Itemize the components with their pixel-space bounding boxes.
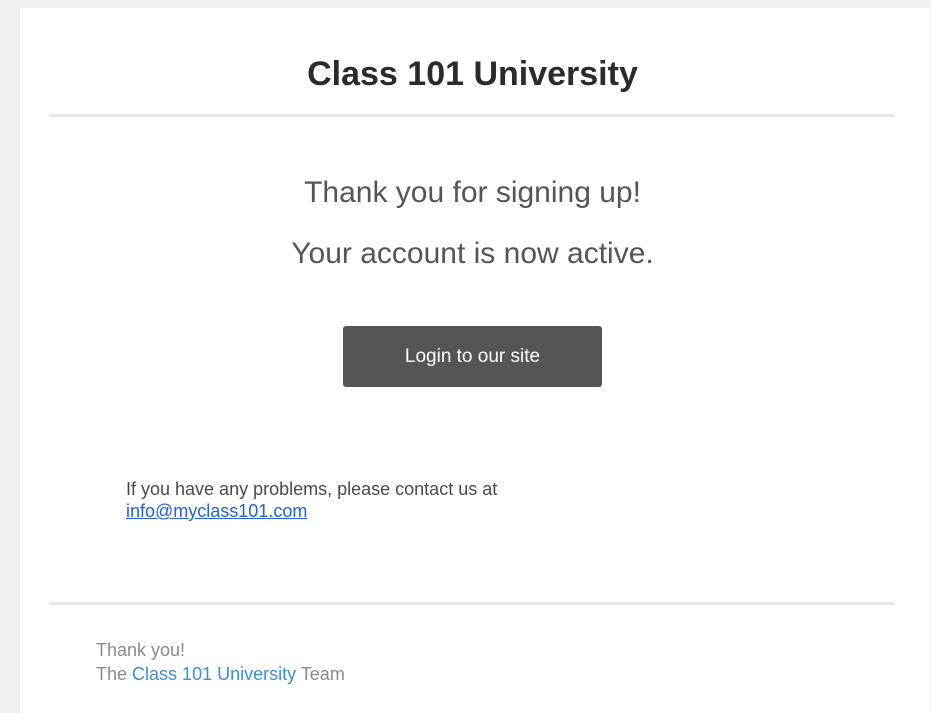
login-button[interactable]: Login to our site <box>343 326 602 387</box>
account-active-heading: Your account is now active. <box>291 237 654 270</box>
footer-signature: The Class 101 University Team <box>96 662 796 686</box>
signup-thanks-heading: Thank you for signing up! <box>304 176 641 209</box>
footer-team-prefix: The <box>96 664 128 684</box>
header-divider <box>50 114 895 117</box>
footer-team-suffix: Team <box>300 664 345 684</box>
contact-email-link[interactable]: info@myclass101.com <box>126 501 307 521</box>
page-title: Class 101 University <box>307 55 638 93</box>
contact-text: If you have any problems, please contact… <box>126 479 498 499</box>
footer-thanks: Thank you! <box>96 640 186 660</box>
footer-divider <box>50 602 895 605</box>
contact-block: If you have any problems, please contact… <box>126 478 726 522</box>
footer-brand-name: Class 101 University <box>132 664 297 684</box>
email-card: Class 101 University Thank you for signi… <box>20 8 930 713</box>
footer: Thank you! The Class 101 University Team <box>96 638 796 686</box>
